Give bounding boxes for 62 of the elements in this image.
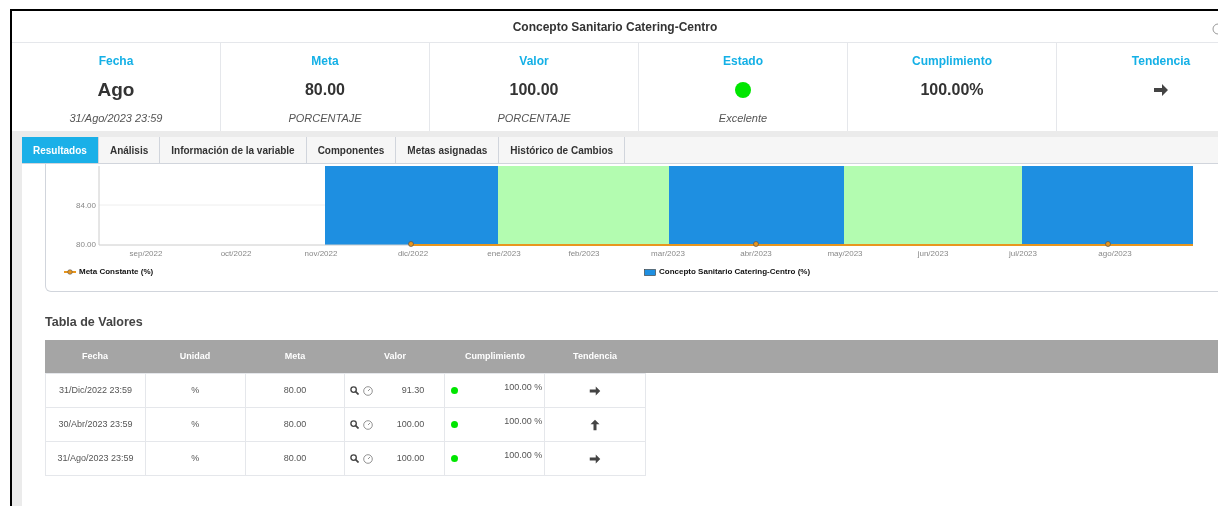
kpi-label: Cumplimiento xyxy=(912,53,992,70)
table-cell-text: 100.00 % xyxy=(504,448,543,462)
x-axis-label: ago/2023 xyxy=(1098,248,1132,260)
kpi-label: Meta xyxy=(311,53,339,70)
table-cell-text: 100.00 xyxy=(396,417,425,431)
y-axis-label: 80.00 xyxy=(76,239,97,251)
right-arrow-icon xyxy=(589,452,602,465)
x-axis-label: may/2023 xyxy=(827,248,863,260)
window-title: Concepto Sanitario Catering-Centro xyxy=(512,18,718,36)
table-title: Tabla de Valores xyxy=(45,315,143,329)
kpi-label: Fecha xyxy=(98,53,134,70)
kpi-value: Ago xyxy=(97,77,135,102)
x-axis-label: sep/2022 xyxy=(129,248,163,260)
kpi-subtitle: 31/Ago/2023 23:59 xyxy=(69,111,163,126)
legend-line-icon xyxy=(64,269,76,275)
y-axis-label: 84.00 xyxy=(76,200,97,212)
x-axis-label: abr/2023 xyxy=(740,248,772,260)
table-cell-text: 100.00 % xyxy=(504,380,543,394)
table-cell: % xyxy=(145,408,246,441)
column-header: Fecha xyxy=(81,349,109,363)
table-cell-text: 91.30 xyxy=(401,383,425,397)
right-arrow-icon xyxy=(1153,82,1169,98)
table-cell: 80.00 xyxy=(245,374,346,407)
x-axis-label: dic/2022 xyxy=(397,248,429,260)
kpi-label: Tendencia xyxy=(1131,53,1191,70)
kpi-subtitle: Excelente xyxy=(718,111,768,126)
x-axis-label: jun/2023 xyxy=(917,248,949,260)
legend-bar-icon xyxy=(644,268,656,276)
table-cell: 30/Abr/2023 23:59 xyxy=(46,408,146,441)
x-axis-label: feb/2023 xyxy=(568,248,600,260)
table-cell-text: 100.00 xyxy=(396,451,425,465)
search-icon[interactable] xyxy=(350,420,360,429)
x-axis-label: jul/2023 xyxy=(1009,248,1037,260)
x-axis-label: mar/2023 xyxy=(651,248,685,260)
search-icon[interactable] xyxy=(350,454,360,463)
kpi-subtitle: PORCENTAJE xyxy=(288,111,362,126)
column-header: Cumplimiento xyxy=(464,349,526,363)
table-cell: 80.00 xyxy=(245,408,346,441)
table-cell: 31/Dic/2022 23:59 xyxy=(46,374,146,407)
kpi-label: Valor xyxy=(519,53,549,70)
table-cell: % xyxy=(145,442,246,475)
column-header: Meta xyxy=(283,349,307,363)
table-cell-text: 100.00 % xyxy=(504,414,543,428)
table-cell: 80.00 xyxy=(245,442,346,475)
table-cell: % xyxy=(145,374,246,407)
table-cell: 31/Ago/2023 23:59 xyxy=(46,442,146,475)
kpi-value: 100.00 xyxy=(509,80,559,100)
column-header: Valor xyxy=(383,349,407,363)
kpi-subtitle: PORCENTAJE xyxy=(497,111,571,126)
legend-label: Meta Constante (%) xyxy=(79,266,154,278)
x-axis-label: nov/2022 xyxy=(304,248,338,260)
right-arrow-icon xyxy=(589,384,602,397)
column-header: Tendencia xyxy=(572,349,618,363)
kpi-value: 80.00 xyxy=(304,80,345,100)
legend-label: Concepto Sanitario Catering-Centro (%) xyxy=(659,266,811,278)
search-icon[interactable] xyxy=(350,386,360,395)
up-arrow-icon xyxy=(589,418,602,431)
kpi-label: Estado xyxy=(723,53,763,70)
kpi-value: 100.00% xyxy=(920,80,984,100)
column-header: Unidad xyxy=(178,349,212,363)
x-axis-label: ene/2023 xyxy=(487,248,521,260)
x-axis-label: oct/2022 xyxy=(220,248,252,260)
